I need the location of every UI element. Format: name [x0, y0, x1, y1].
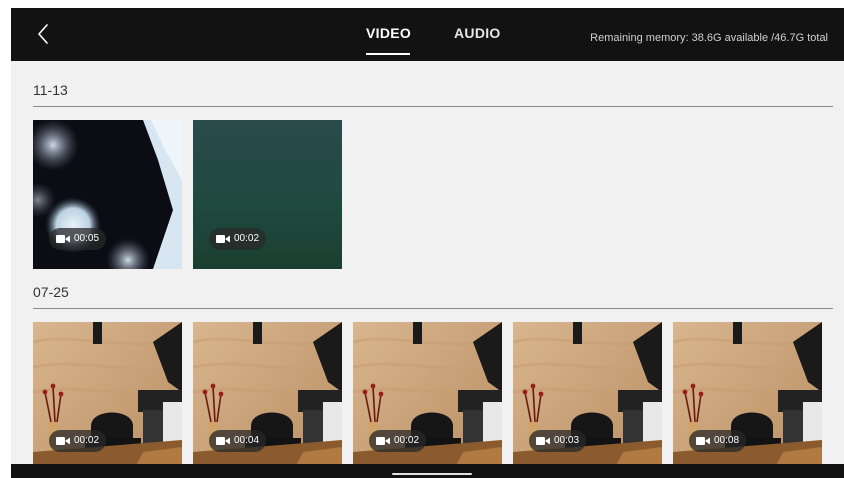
duration-badge: 00:02	[209, 228, 267, 250]
duration-text: 00:02	[234, 233, 260, 244]
video-camera-icon	[56, 437, 70, 445]
duration-badge: 00:08	[689, 430, 747, 452]
video-thumbnail[interactable]: 00:05	[33, 120, 182, 269]
video-thumbnail[interactable]: 00:02	[193, 120, 342, 269]
duration-text: 00:08	[714, 435, 740, 446]
video-camera-icon	[696, 437, 710, 445]
video-camera-icon	[536, 437, 550, 445]
duration-text: 00:02	[74, 435, 100, 446]
video-camera-icon	[216, 437, 230, 445]
duration-badge: 00:05	[49, 228, 107, 250]
active-tab-indicator	[366, 53, 410, 55]
top-bar: VIDEO AUDIO Remaining memory: 38.6G avai…	[11, 8, 844, 61]
video-camera-icon	[56, 235, 70, 243]
duration-badge: 00:02	[369, 430, 427, 452]
tab-audio[interactable]: AUDIO	[454, 25, 501, 41]
duration-text: 00:02	[394, 435, 420, 446]
duration-badge: 00:03	[529, 430, 587, 452]
app-frame: VIDEO AUDIO Remaining memory: 38.6G avai…	[0, 0, 844, 478]
video-thumbnail[interactable]: 00:03	[513, 322, 662, 471]
video-thumbnail[interactable]: 00:08	[673, 322, 822, 471]
video-thumbnail[interactable]: 00:04	[193, 322, 342, 471]
section-divider	[33, 308, 833, 309]
home-indicator[interactable]	[392, 473, 472, 475]
video-thumbnail[interactable]: 00:02	[353, 322, 502, 471]
duration-badge: 00:04	[209, 430, 267, 452]
memory-status: Remaining memory: 38.6G available /46.7G…	[590, 32, 828, 44]
video-camera-icon	[376, 437, 390, 445]
duration-text: 00:05	[74, 233, 100, 244]
section-divider	[33, 106, 833, 107]
video-camera-icon	[216, 235, 230, 243]
section-date-label: 07-25	[33, 284, 69, 300]
section-date-label: 11-13	[33, 82, 68, 98]
media-library-screen: VIDEO AUDIO Remaining memory: 38.6G avai…	[11, 8, 844, 478]
duration-badge: 00:02	[49, 430, 107, 452]
video-thumbnail[interactable]: 00:02	[33, 322, 182, 471]
chevron-left-icon	[38, 24, 48, 44]
back-button[interactable]	[33, 21, 57, 47]
duration-text: 00:03	[554, 435, 580, 446]
duration-text: 00:04	[234, 435, 260, 446]
tab-video[interactable]: VIDEO	[366, 25, 411, 41]
system-nav-bar	[11, 464, 844, 478]
